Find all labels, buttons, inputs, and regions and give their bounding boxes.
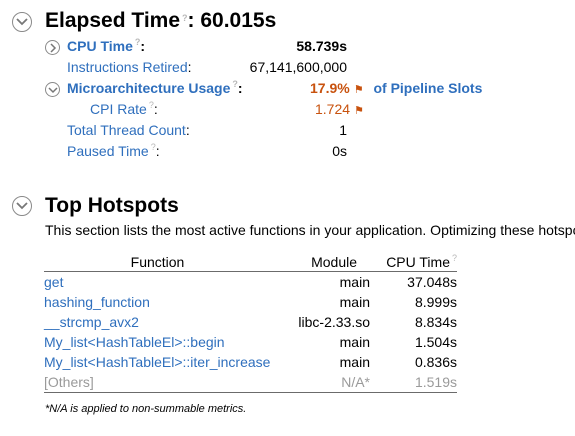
cpu-time-cell: 8.834s [414,314,457,330]
table-footnote: *N/A is applied to non-summable metrics. [45,403,247,415]
instructions-retired-row: Instructions Retired: [67,59,192,76]
column-header-function[interactable]: Function [44,252,271,272]
module-cell: main [339,274,370,290]
paused-time-value: 0s [332,143,347,159]
thread-count-colon: : [185,122,190,138]
elapsed-time-sep: : [187,9,195,32]
paused-time-colon: : [155,143,160,159]
microarch-row: Microarchitecture Usage?: [67,79,243,99]
elapsed-time-label: Elapsed Time [45,9,181,32]
hotspots-collapse-icon[interactable] [12,196,32,216]
cpi-rate-row: CPI Rate?: [90,100,158,120]
module-cell: N/A* [271,372,370,393]
table-header-row: Function Module CPU Time? [44,252,457,272]
table-row: __strcmp_avx2 libc-2.33.so 8.834s [44,312,457,332]
function-link[interactable]: My_list<HashTableEl>::begin [44,332,271,352]
cpu-time-colon: : [140,38,146,54]
function-link[interactable]: My_list<HashTableEl>::iter_increase [44,352,271,372]
function-link[interactable]: __strcmp_avx2 [44,312,271,332]
help-icon[interactable]: ? [149,100,154,110]
cpu-time-expand-icon[interactable] [45,40,60,55]
thread-count-value: 1 [339,122,347,138]
column-header-module[interactable]: Module [271,252,370,272]
microarch-value: 17.9% [310,80,350,96]
help-icon[interactable]: ? [151,142,156,152]
column-header-cpu-time[interactable]: CPU Time? [370,252,457,272]
instructions-retired-value: 67,141,600,000 [249,59,347,75]
cpu-time-value: 58.739s [296,38,347,54]
cpu-time-cell: 1.519s [370,372,457,393]
cpi-rate-colon: : [153,101,158,117]
microarch-collapse-icon[interactable] [45,82,60,97]
instructions-retired-label[interactable]: Instructions Retired [67,59,188,75]
microarch-label[interactable]: Microarchitecture Usage [67,80,230,96]
hotspots-table: Function Module CPU Time? get main 37.04… [44,252,457,393]
paused-time-label[interactable]: Paused Time [67,143,149,159]
thread-count-row: Total Thread Count: [67,122,190,139]
hotspots-description: This section lists the most active funct… [45,222,575,238]
function-link[interactable]: hashing_function [44,292,271,312]
cpu-time-label[interactable]: CPU Time [67,38,133,54]
flag-icon: ⚑ [353,84,364,96]
table-row: hashing_function main 8.999s [44,292,457,312]
module-cell: main [339,294,370,310]
module-cell: libc-2.33.so [298,314,370,330]
thread-count-label[interactable]: Total Thread Count [67,122,186,138]
microarch-value-row: 17.9% ⚑ of Pipeline Slots [310,80,482,99]
cpu-time-cell: 8.999s [414,294,457,310]
cpu-time-cell: 0.836s [414,354,457,370]
table-row: My_list<HashTableEl>::begin main 1.504s [44,332,457,352]
cpu-time-header-label: CPU Time [386,253,450,270]
help-icon[interactable]: ? [182,13,188,23]
instructions-retired-colon: : [187,59,192,75]
function-link[interactable]: get [44,272,271,293]
cpu-time-row: CPU Time?: [67,37,146,57]
elapsed-time-value: 60.015s [200,9,277,32]
help-icon[interactable]: ? [135,37,141,47]
cpi-rate-value: 1.724 [315,101,351,117]
module-cell: main [339,354,370,370]
cpi-rate-value-row: 1.724 ⚑ [315,101,364,120]
cpu-time-cell: 1.504s [414,334,457,350]
cpu-time-cell: 37.048s [407,274,457,290]
help-icon[interactable]: ? [452,253,457,263]
hotspots-heading: Top Hotspots [45,194,179,217]
table-row: get main 37.048s [44,272,457,293]
elapsed-collapse-icon[interactable] [12,12,32,32]
flag-icon: ⚑ [354,105,364,117]
microarch-colon: : [237,80,243,96]
module-cell: main [339,334,370,350]
cpi-rate-label[interactable]: CPI Rate [90,101,147,117]
microarch-suffix[interactable]: of Pipeline Slots [373,80,482,96]
help-icon[interactable]: ? [232,79,238,89]
paused-time-row: Paused Time?: [67,142,160,162]
others-label: [Others] [44,372,271,393]
elapsed-time-heading: Elapsed Time?: 60.015s [45,9,276,33]
table-row-others: [Others] N/A* 1.519s [44,372,457,393]
table-row: My_list<HashTableEl>::iter_increase main… [44,352,457,372]
